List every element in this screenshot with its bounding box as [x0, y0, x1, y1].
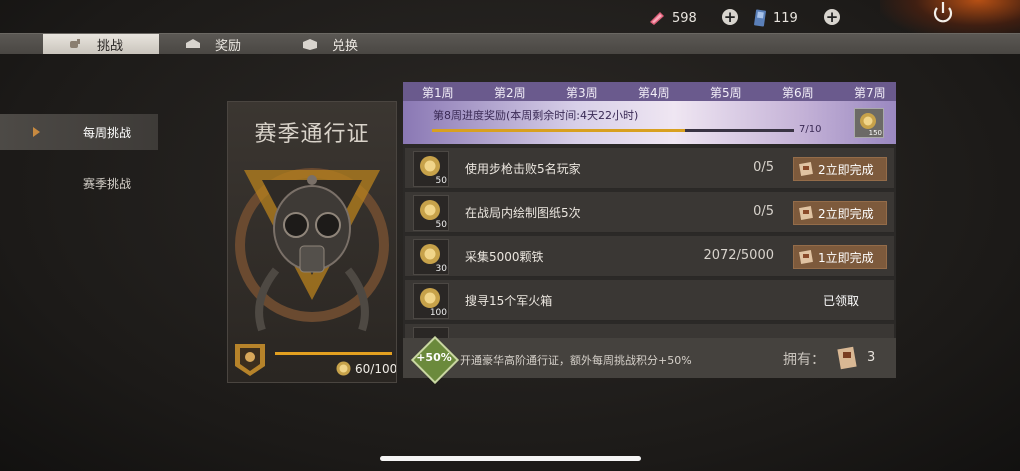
currency-crystal: 598 [648, 8, 697, 28]
challenge-progress: 0/5 [753, 160, 774, 175]
challenge-description: 采集5000颗铁 [465, 250, 544, 264]
tab-exchange-label: 兑换 [332, 38, 359, 54]
tab-exchange[interactable]: 兑换 [302, 34, 358, 54]
challenge-points: 100 [429, 308, 447, 318]
chevron-right-icon [33, 127, 40, 137]
ticket-icon [799, 162, 813, 176]
tab-reward[interactable]: 奖励 [185, 34, 241, 54]
tab-week-7[interactable]: 第7周 [854, 84, 886, 101]
week-selector: 第1周 第2周 第3周 第4周 第5周 第6周 第7周 [403, 82, 896, 101]
card-amount: 119 [773, 10, 798, 26]
sidebar-item-season-label: 赛季挑战 [83, 176, 132, 191]
chest-icon [186, 39, 200, 48]
weekly-challenge-panel: 第1周 第2周 第3周 第4周 第5周 第6周 第7周 第8周进度奖励(本周剩余… [403, 82, 896, 385]
tab-challenge-label: 挑战 [97, 38, 124, 54]
bonus-badge-text: +50% [416, 351, 452, 364]
tab-week-2[interactable]: 第2周 [494, 84, 526, 101]
weekly-reward-box[interactable]: 150 [854, 108, 884, 138]
ticket-icon [799, 250, 813, 264]
currency-card: 119 [753, 8, 798, 28]
challenge-description: 搜寻15个军火箱 [465, 294, 553, 308]
add-card-button[interactable]: + [824, 9, 840, 25]
tab-week-6[interactable]: 第6周 [782, 84, 814, 101]
crystal-amount: 598 [672, 10, 697, 26]
challenge-points-medal: 30 [413, 239, 449, 275]
challenge-description: 在战局内绘制图纸5次 [465, 206, 581, 220]
top-tab-bar: 挑战 奖励 兑换 [0, 33, 1020, 54]
weekly-reward-points: 150 [868, 129, 882, 137]
challenge-points-medal: 50 [413, 195, 449, 231]
tab-week-1[interactable]: 第1周 [422, 84, 454, 101]
sidebar-item-season[interactable]: 赛季挑战 [0, 165, 158, 201]
challenge-row: 30 采集5000颗铁 2072/5000 1立即完成 [405, 236, 894, 277]
challenge-progress: 2072/5000 [703, 248, 774, 263]
challenge-points-medal: 100 [413, 283, 449, 319]
sidebar-item-weekly-label: 每周挑战 [83, 125, 132, 140]
shield-medal-icon [336, 361, 351, 376]
ticket-icon [799, 206, 813, 220]
complete-now-button[interactable]: 2立即完成 [793, 157, 887, 181]
pink-crystal-icon [650, 12, 664, 25]
add-crystal-button[interactable]: + [722, 9, 738, 25]
weekly-progress-label: 第8周进度奖励(本周剩余时间:4天22小时) [433, 109, 639, 122]
challenge-points: 50 [435, 220, 447, 230]
complete-now-button[interactable]: 2立即完成 [793, 201, 887, 225]
claimed-status: 已领取 [823, 294, 860, 308]
tab-week-4[interactable]: 第4周 [638, 84, 670, 101]
premium-pass-footer: +50% 开通豪华高阶通行证，额外每周挑战积分+50% 拥有： 3 [403, 335, 896, 385]
rank-badge-icon [235, 344, 265, 376]
gas-mask-emblem [235, 168, 389, 332]
blue-card-icon [754, 9, 766, 27]
complete-now-label: 2立即完成 [818, 206, 874, 221]
complete-now-label: 1立即完成 [818, 250, 874, 265]
challenge-points: 50 [435, 176, 447, 186]
power-icon[interactable] [928, 0, 958, 26]
challenge-description: 使用步枪击败5名玩家 [465, 162, 581, 176]
season-pass-points-value: 60/100 [355, 361, 397, 376]
owned-count: 3 [867, 350, 876, 365]
season-pass-progress-bar [275, 352, 392, 355]
owned-label: 拥有： [783, 352, 825, 368]
tab-challenge[interactable]: 挑战 [43, 34, 159, 54]
complete-now-label: 2立即完成 [818, 162, 874, 177]
tab-week-5[interactable]: 第5周 [710, 84, 742, 101]
season-pass-points: 60/100 [336, 361, 397, 376]
weekly-progress-count: 7/10 [799, 124, 822, 135]
weekly-progress-track [432, 129, 794, 132]
home-indicator[interactable] [380, 456, 641, 461]
tab-reward-label: 奖励 [215, 38, 242, 54]
season-pass-title: 赛季通行证 [254, 122, 370, 147]
premium-pass-promo-text[interactable]: 开通豪华高阶通行证，额外每周挑战积分+50% [460, 352, 692, 368]
challenge-row: 50 在战局内绘制图纸5次 0/5 2立即完成 [405, 192, 894, 233]
complete-now-button[interactable]: 1立即完成 [793, 245, 887, 269]
weekly-progress-banner: 第8周进度奖励(本周剩余时间:4天22小时) 7/10 150 [403, 101, 896, 144]
weekly-progress-fill [432, 129, 686, 132]
sidebar-item-weekly[interactable]: 每周挑战 [0, 114, 158, 150]
challenge-points-medal: 50 [413, 151, 449, 187]
season-pass-card[interactable]: 赛季通行证 60/100 [227, 101, 397, 383]
box-icon [303, 39, 317, 50]
tab-week-3[interactable]: 第3周 [566, 84, 598, 101]
challenge-progress: 0/5 [753, 204, 774, 219]
challenge-points: 30 [435, 264, 447, 274]
challenge-row [405, 324, 894, 339]
challenge-row: 100 搜寻15个军火箱 已领取 [405, 280, 894, 321]
challenge-row: 50 使用步枪击败5名玩家 0/5 2立即完成 [405, 148, 894, 189]
hand-icon [70, 39, 80, 48]
ticket-icon [837, 346, 857, 370]
